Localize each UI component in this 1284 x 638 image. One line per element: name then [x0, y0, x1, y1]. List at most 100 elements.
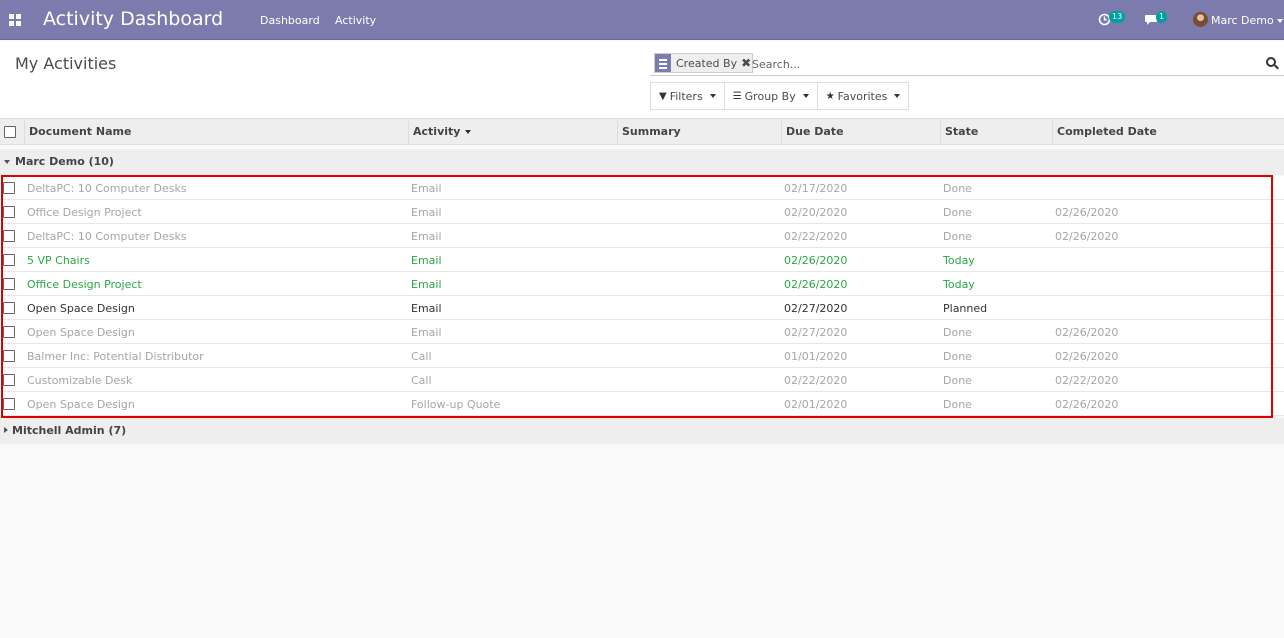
- select-all-checkbox[interactable]: [4, 126, 16, 138]
- apps-menu-icon[interactable]: [9, 14, 21, 26]
- filters-label: Filters: [669, 89, 703, 103]
- column-state[interactable]: State: [940, 119, 1052, 145]
- table-row[interactable]: Customizable Desk Call 02/22/2020 Done 02/22…: [0, 368, 1284, 392]
- control-panel: My Activities Created By ✖ ▼ Filters ☰ G…: [0, 41, 1284, 119]
- row-checkbox[interactable]: [3, 230, 15, 242]
- chevron-down-icon: [709, 94, 716, 98]
- cell-state: Done: [943, 350, 972, 363]
- facet-label: Created By: [676, 56, 738, 70]
- filter-icon: ▼: [659, 90, 667, 102]
- cell-state: Done: [943, 374, 972, 387]
- group-by-label: Group By: [744, 89, 796, 103]
- caret-down-icon: [4, 160, 10, 164]
- list-icon: ☰: [732, 90, 742, 102]
- row-checkbox[interactable]: [3, 302, 15, 314]
- cell-document-name: Office Design Project: [27, 278, 142, 291]
- group-by-button[interactable]: ☰ Group By: [723, 82, 818, 110]
- cell-due-date: 02/26/2020: [784, 278, 848, 291]
- sort-desc-icon: [465, 130, 472, 134]
- cell-due-date: 02/22/2020: [784, 230, 848, 243]
- row-checkbox[interactable]: [3, 374, 15, 386]
- cell-state: Today: [943, 254, 975, 267]
- favorites-label: Favorites: [837, 89, 888, 103]
- search-icon[interactable]: [1266, 57, 1279, 70]
- menu-dashboard[interactable]: Dashboard: [260, 14, 320, 27]
- cell-document-name: 5 VP Chairs: [27, 254, 90, 267]
- facet-remove-icon[interactable]: ✖: [740, 56, 752, 70]
- app-title: Activity Dashboard: [43, 8, 224, 30]
- column-completed-date[interactable]: Completed Date: [1052, 119, 1284, 145]
- filters-button[interactable]: ▼ Filters: [650, 82, 725, 110]
- page-title: My Activities: [15, 54, 117, 73]
- cell-document-name: Office Design Project: [27, 206, 142, 219]
- chevron-down-icon: [894, 94, 901, 98]
- cell-document-name: DeltaPC: 10 Computer Desks: [27, 182, 187, 195]
- cell-due-date: 02/01/2020: [784, 398, 848, 411]
- cell-activity: Call: [411, 374, 432, 387]
- cell-activity: Email: [411, 182, 442, 195]
- cell-document-name: Open Space Design: [27, 302, 135, 315]
- group-row[interactable]: Marc Demo (10): [0, 149, 1284, 175]
- cell-completed-date: 02/26/2020: [1055, 350, 1119, 363]
- column-summary[interactable]: Summary: [617, 119, 781, 145]
- group-label: Marc Demo (10): [15, 155, 114, 168]
- cell-state: Done: [943, 326, 972, 339]
- table-row[interactable]: Office Design Project Email 02/26/2020 Toda…: [0, 272, 1284, 296]
- table-row[interactable]: Office Design Project Email 02/20/2020 Done…: [0, 200, 1284, 224]
- cell-due-date: 02/27/2020: [784, 302, 848, 315]
- cell-due-date: 02/26/2020: [784, 254, 848, 267]
- cell-activity: Email: [411, 302, 442, 315]
- cell-state: Done: [943, 398, 972, 411]
- table-row[interactable]: Open Space Design Email 02/27/2020 Planned: [0, 296, 1284, 320]
- top-navbar: Activity Dashboard Dashboard Activity 13…: [0, 0, 1284, 40]
- row-checkbox[interactable]: [3, 278, 15, 290]
- search-facet-created-by[interactable]: Created By ✖: [654, 53, 754, 73]
- cell-state: Today: [943, 278, 975, 291]
- cell-activity: Email: [411, 254, 442, 267]
- search-input[interactable]: [752, 56, 1242, 72]
- row-checkbox[interactable]: [3, 326, 15, 338]
- cell-state: Done: [943, 182, 972, 195]
- user-menu[interactable]: Marc Demo: [1211, 14, 1274, 27]
- column-document-name[interactable]: Document Name: [24, 119, 408, 145]
- cell-due-date: 01/01/2020: [784, 350, 848, 363]
- table-row[interactable]: DeltaPC: 10 Computer Desks Email 02/17/202…: [0, 176, 1284, 200]
- row-checkbox[interactable]: [3, 182, 15, 194]
- user-menu-caret-icon[interactable]: [1277, 19, 1283, 23]
- cell-activity: Follow-up Quote: [411, 398, 501, 411]
- column-activity[interactable]: Activity: [408, 119, 617, 145]
- table-row[interactable]: Open Space Design Follow-up Quote 02/01/20…: [0, 392, 1284, 416]
- table-row[interactable]: DeltaPC: 10 Computer Desks Email 02/22/202…: [0, 224, 1284, 248]
- row-checkbox[interactable]: [3, 206, 15, 218]
- column-due-date[interactable]: Due Date: [781, 119, 940, 145]
- cell-document-name: Open Space Design: [27, 398, 135, 411]
- cell-completed-date: 02/26/2020: [1055, 326, 1119, 339]
- chevron-down-icon: [802, 94, 809, 98]
- cell-completed-date: 02/26/2020: [1055, 206, 1119, 219]
- search-options: ▼ Filters ☰ Group By ★ Favorites: [650, 82, 910, 110]
- search-bar: Created By ✖: [650, 51, 1284, 76]
- row-checkbox[interactable]: [3, 398, 15, 410]
- cell-document-name: Open Space Design: [27, 326, 135, 339]
- table-row[interactable]: Open Space Design Email 02/27/2020 Done 02/2…: [0, 320, 1284, 344]
- favorites-button[interactable]: ★ Favorites: [816, 82, 910, 110]
- message-count-badge: 1: [1156, 11, 1168, 23]
- cell-completed-date: 02/26/2020: [1055, 230, 1119, 243]
- table-row[interactable]: Balmer Inc: Potential Distributor Call 01/…: [0, 344, 1284, 368]
- cell-activity: Email: [411, 278, 442, 291]
- row-checkbox[interactable]: [3, 254, 15, 266]
- group-row[interactable]: Mitchell Admin (7): [0, 418, 1284, 444]
- row-checkbox[interactable]: [3, 350, 15, 362]
- caret-right-icon: [4, 427, 8, 433]
- cell-activity: Email: [411, 206, 442, 219]
- star-icon: ★: [825, 90, 835, 102]
- activity-count-badge: 13: [1109, 11, 1126, 23]
- cell-document-name: DeltaPC: 10 Computer Desks: [27, 230, 187, 243]
- table-row[interactable]: 5 VP Chairs Email 02/26/2020 Today: [0, 248, 1284, 272]
- menu-activity[interactable]: Activity: [335, 14, 376, 27]
- cell-completed-date: 02/26/2020: [1055, 398, 1119, 411]
- group-by-icon: [655, 54, 671, 72]
- cell-document-name: Customizable Desk: [27, 374, 133, 387]
- cell-activity: Email: [411, 230, 442, 243]
- user-avatar[interactable]: [1193, 12, 1208, 27]
